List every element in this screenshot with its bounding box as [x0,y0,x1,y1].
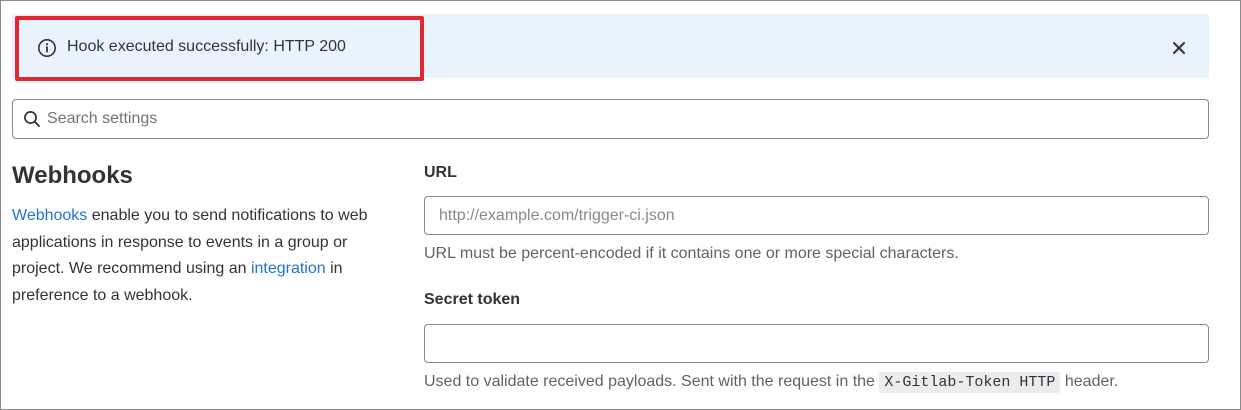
section-title: Webhooks [12,162,133,189]
search-settings-box [12,99,1209,139]
url-field[interactable] [424,196,1209,235]
url-label: URL [424,164,457,181]
search-icon [23,110,41,128]
token-header-code: X-Gitlab-Token HTTP [879,372,1061,393]
url-help-text: URL must be percent-encoded if it contai… [424,245,959,262]
token-help-after: header. [1060,373,1119,390]
webhooks-link[interactable]: Webhooks [12,207,87,224]
info-circle-icon [37,38,57,58]
integration-link[interactable]: integration [251,260,326,277]
secret-token-field[interactable] [424,324,1209,363]
alert-message: Hook executed successfully: HTTP 200 [67,38,346,55]
section-description: Webhooks enable you to send notification… [12,203,382,309]
search-input[interactable] [47,100,1197,138]
token-help-before: Used to validate received payloads. Sent… [424,373,880,390]
secret-token-label: Secret token [424,291,521,308]
secret-token-help-text: Used to validate received payloads. Sent… [424,372,1118,393]
close-icon[interactable] [1168,37,1190,59]
